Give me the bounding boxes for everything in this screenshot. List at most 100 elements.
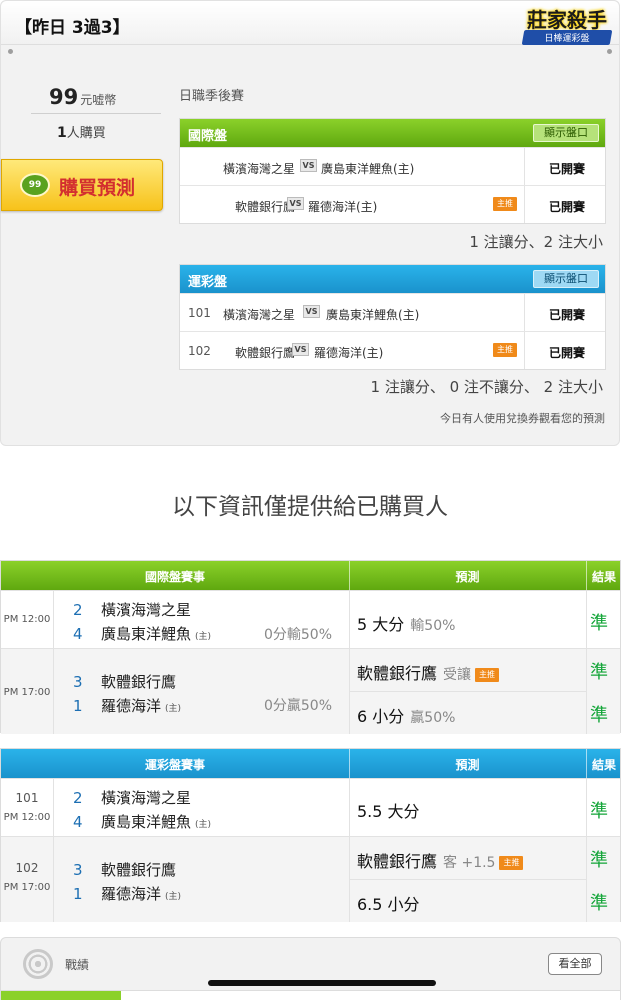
game-time-label: PM 12:00 bbox=[3, 812, 51, 823]
prediction: 6 小分 贏50% bbox=[357, 703, 455, 727]
team-score: 4 bbox=[73, 813, 83, 831]
intl-result-table: 國際盤賽事 預測 結果 PM 12:00 2 橫濱海灣之星 4 廣島東洋鯉魚 (主) … bbox=[0, 560, 621, 734]
col-result: 結果 bbox=[591, 758, 616, 772]
game-time: PM 12:00 bbox=[3, 614, 51, 625]
team-name: 橫濱海灣之星 bbox=[101, 789, 192, 807]
team-home: 1 羅德海洋 (主) bbox=[73, 883, 181, 904]
show-odds-button[interactable]: 顯示盤口 bbox=[533, 270, 599, 288]
team-score: 1 bbox=[73, 885, 83, 903]
buyers-count: 1人購買 bbox=[57, 122, 106, 141]
odds-result: 0分輸50% bbox=[263, 627, 332, 643]
buy-button-label: 購買預測 bbox=[59, 177, 136, 199]
team-score: 2 bbox=[73, 789, 83, 807]
team-name: 軟體銀行鷹 bbox=[101, 861, 177, 879]
record-label: 戰績 bbox=[65, 958, 90, 972]
prediction: 5 大分 輸50% bbox=[357, 611, 455, 635]
home-mark: (主) bbox=[195, 820, 212, 830]
main-pick-tag: 主推 bbox=[493, 343, 517, 357]
divider bbox=[53, 591, 54, 648]
prediction-sub: 受讓 bbox=[443, 667, 472, 683]
prediction-main: 5 大分 bbox=[357, 615, 405, 634]
game-time: 101 PM 12:00 bbox=[1, 791, 53, 825]
sport-panel-title: 運彩盤 bbox=[188, 275, 228, 290]
badge-ribbon: 日棒運彩盤 bbox=[521, 30, 613, 45]
game-code: 101 bbox=[15, 791, 39, 805]
intl-summary: 1 注讓分、2 注大小 bbox=[469, 233, 603, 251]
sport-summary: 1 注讓分、 0 注不讓分、 2 注大小 bbox=[370, 378, 603, 396]
home-indicator[interactable] bbox=[208, 980, 436, 986]
away-team: 廣島東洋鯉魚(主) bbox=[321, 162, 415, 176]
table-row: 102 PM 17:00 3 軟體銀行鷹 1 羅德海洋 (主) 軟體銀行鷹客 +1.5 主… bbox=[1, 836, 620, 922]
prediction-main: 5.5 大分 bbox=[357, 802, 420, 821]
price-unit: 元嘘幣 bbox=[80, 93, 117, 107]
intl-panel-header: 國際盤 顯示盤口 bbox=[180, 119, 605, 147]
game-code: 102 bbox=[188, 344, 211, 358]
result-correct: 準 bbox=[590, 893, 608, 914]
prediction-sub: 客 +1.5 bbox=[443, 855, 496, 871]
divider bbox=[53, 837, 54, 922]
away-team: 廣島東洋鯉魚(主) bbox=[326, 308, 420, 322]
game-time-label: PM 17:00 bbox=[3, 882, 51, 893]
divider bbox=[586, 837, 587, 922]
banker-killer-badge: 莊家殺手 日棒運彩盤 bbox=[521, 3, 613, 53]
badge-title: 莊家殺手 bbox=[527, 8, 607, 32]
coin-icon: 99 bbox=[20, 173, 50, 197]
col-result: 結果 bbox=[591, 570, 616, 584]
intl-panel-title: 國際盤 bbox=[188, 129, 228, 144]
divider bbox=[349, 691, 586, 692]
divider bbox=[524, 332, 525, 369]
team-home: 1 羅德海洋 (主) bbox=[73, 695, 181, 716]
corner-dot bbox=[8, 49, 13, 54]
prediction-main: 6 小分 bbox=[357, 707, 405, 726]
team-away: 3 軟體銀行鷹 bbox=[73, 859, 176, 880]
divider bbox=[586, 591, 587, 648]
price-value: 99 bbox=[49, 85, 79, 109]
intl-game-row: 軟體銀行鷹 VS 羅德海洋(主) 主推 已開賽 bbox=[180, 185, 605, 223]
voucher-note: 今日有人使用兌換券觀看您的預測 bbox=[440, 412, 605, 425]
game-time: PM 17:00 bbox=[3, 687, 51, 698]
target-icon bbox=[23, 949, 53, 979]
intl-game-row: 橫濱海灣之星 VS 廣島東洋鯉魚(主) 已開賽 bbox=[180, 147, 605, 185]
game-status: 已開賽 bbox=[548, 346, 585, 360]
card-title: 【昨日 3過3】 bbox=[15, 18, 130, 38]
divider bbox=[586, 779, 587, 836]
main-pick-tag: 主推 bbox=[493, 197, 517, 211]
prediction-sub: 贏50% bbox=[410, 710, 456, 726]
team-away: 2 橫濱海灣之星 bbox=[73, 787, 191, 808]
result-correct: 準 bbox=[590, 801, 608, 822]
team-away: 2 橫濱海灣之星 bbox=[73, 599, 191, 620]
main-pick-tag: 主推 bbox=[475, 668, 500, 682]
team-score: 1 bbox=[73, 697, 83, 715]
col-games: 運彩盤賽事 bbox=[144, 758, 205, 772]
home-team: 軟體銀行鷹 bbox=[234, 346, 295, 360]
home-mark: (主) bbox=[195, 632, 212, 642]
result-correct: 準 bbox=[590, 613, 608, 634]
away-team: 羅德海洋(主) bbox=[314, 346, 384, 360]
main-pick-tag: 主推 bbox=[499, 856, 524, 870]
view-all-button[interactable]: 看全部 bbox=[548, 953, 602, 975]
divider bbox=[53, 649, 54, 734]
sport-game-row: 102 軟體銀行鷹 VS 羅德海洋(主) 主推 已開賽 bbox=[180, 331, 605, 369]
divider bbox=[524, 148, 525, 185]
buyers-label: 人購買 bbox=[66, 126, 106, 141]
home-mark: (主) bbox=[165, 704, 182, 714]
sport-panel-header: 運彩盤 顯示盤口 bbox=[180, 265, 605, 293]
game-code: 101 bbox=[188, 306, 211, 320]
game-status: 已開賽 bbox=[548, 162, 585, 176]
divider bbox=[31, 113, 161, 114]
divider bbox=[53, 779, 54, 836]
team-name: 廣島東洋鯉魚 bbox=[101, 625, 192, 643]
badge-subtitle: 日棒運彩盤 bbox=[544, 34, 590, 44]
divider bbox=[349, 591, 350, 648]
col-prediction: 預測 bbox=[455, 758, 480, 772]
team-name: 橫濱海灣之星 bbox=[101, 601, 192, 619]
table-row: PM 12:00 2 橫濱海灣之星 4 廣島東洋鯉魚 (主) 0分輸50% 5 大分輸… bbox=[1, 590, 620, 648]
prediction-main: 軟體銀行鷹 bbox=[357, 852, 438, 871]
team-name: 廣島東洋鯉魚 bbox=[101, 813, 192, 831]
show-odds-button[interactable]: 顯示盤口 bbox=[533, 124, 599, 142]
sport-table-header: 運彩盤賽事 預測 結果 bbox=[1, 749, 620, 778]
active-tab[interactable] bbox=[1, 991, 121, 1000]
intl-table-header: 國際盤賽事 預測 結果 bbox=[1, 561, 620, 590]
prediction-sub: 輸50% bbox=[410, 618, 456, 634]
buy-prediction-button[interactable]: 99 購買預測 bbox=[1, 159, 163, 211]
